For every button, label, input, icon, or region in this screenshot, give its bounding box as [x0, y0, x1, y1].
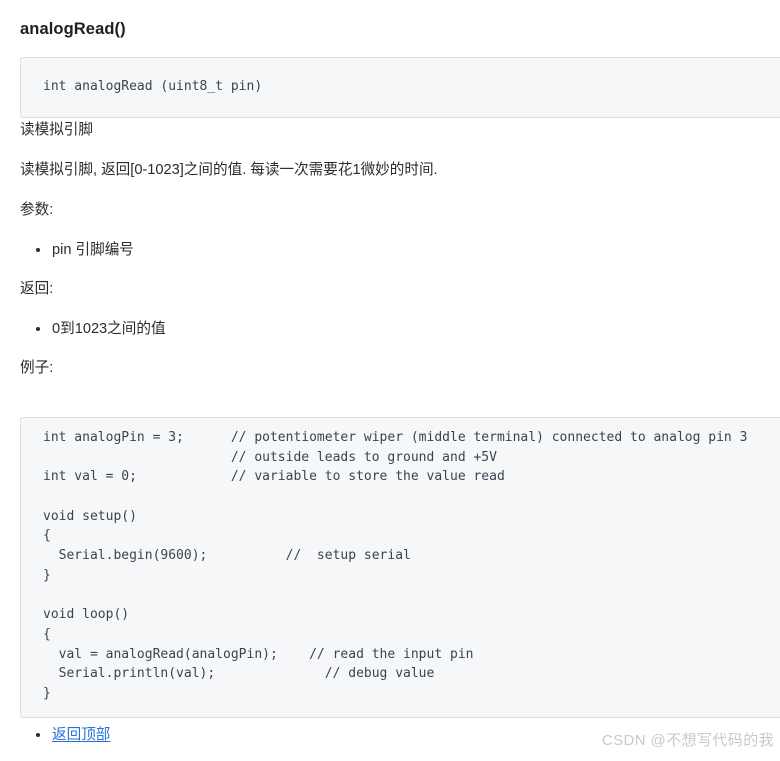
code-line: Serial.begin(9600); // setup serial [43, 548, 411, 564]
code-line: } [43, 567, 51, 583]
code-line: val = analogRead(analogPin); // read the… [43, 646, 474, 662]
page-title: analogRead() [20, 20, 126, 39]
list-item: 返回顶部 [36, 724, 110, 746]
example-label: 例子: [20, 360, 54, 376]
csdn-watermark: CSDN @不想写代码的我 [601, 732, 774, 749]
example-code-block: int analogPin = 3; // potentiometer wipe… [20, 417, 780, 718]
function-signature-code-block: int analogRead (uint8_t pin) [20, 57, 780, 118]
section-subtitle: 读模拟引脚 [20, 122, 93, 138]
description-paragraph: 读模拟引脚, 返回[0-1023]之间的值. 每读一次需要花1微妙的时间. [20, 162, 438, 178]
code-line: int analogPin = 3; // potentiometer wipe… [43, 430, 748, 445]
code-line: Serial.println(val); // debug value [43, 666, 435, 682]
list-item: pin 引脚编号 [36, 239, 134, 261]
code-line: } [43, 685, 51, 701]
code-line: { [43, 528, 51, 544]
code-line: // outside leads to ground and +5V [43, 449, 497, 465]
back-to-top-link[interactable]: 返回顶部 [52, 727, 110, 743]
code-line: void loop() [43, 607, 130, 623]
code-line: { [43, 626, 51, 642]
list-item: 0到1023之间的值 [36, 318, 166, 340]
code-line: int val = 0; // variable to store the va… [43, 469, 505, 485]
parameters-label: 参数: [20, 202, 54, 218]
returns-label: 返回: [20, 281, 54, 297]
documentation-page: analogRead() int analogRead (uint8_t pin… [0, 0, 780, 761]
code-line: void setup() [43, 508, 137, 524]
